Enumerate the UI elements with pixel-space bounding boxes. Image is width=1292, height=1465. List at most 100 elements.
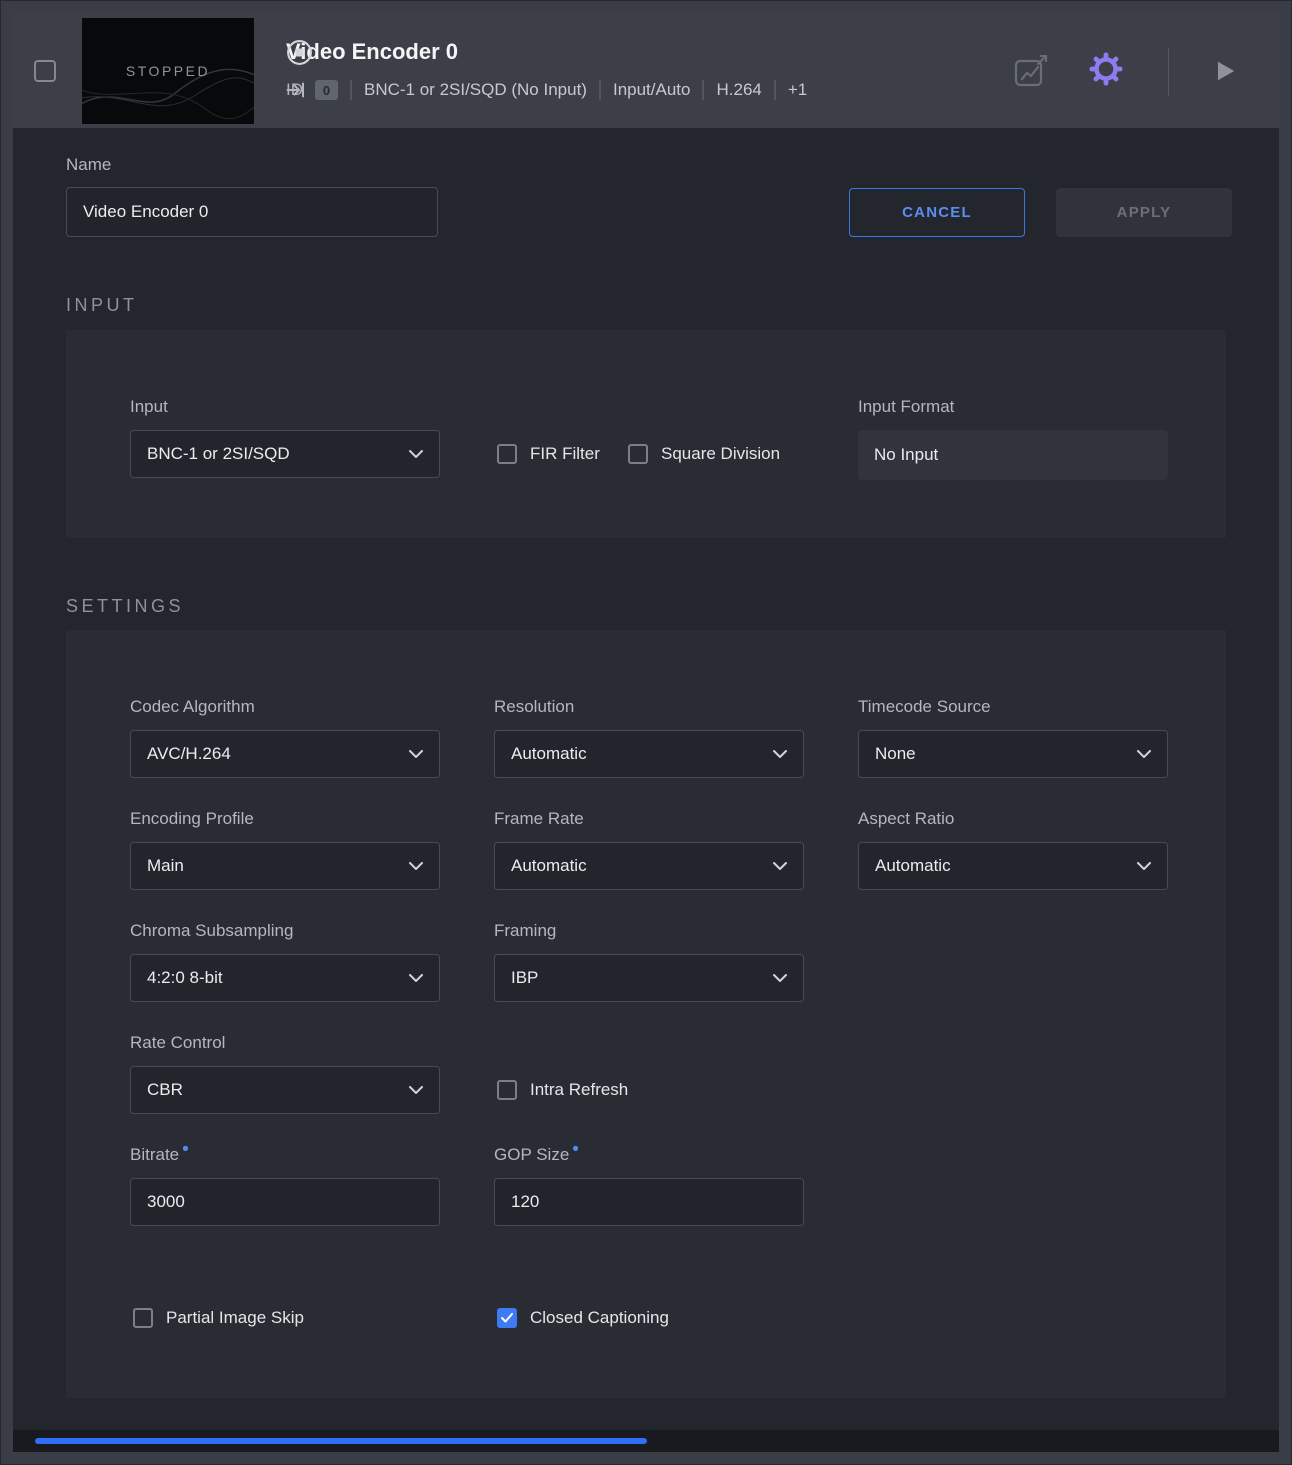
gear-icon[interactable] [1089,52,1123,86]
rate-control-select[interactable]: CBR [130,1066,440,1114]
horizontal-scrollbar-track[interactable] [13,1430,1279,1452]
gop-size-input[interactable] [494,1178,804,1226]
meta-input-mode: Input/Auto [613,80,691,100]
separator [774,80,776,100]
field-bitrate: Bitrate• [130,1146,440,1226]
closed-captioning-checkbox[interactable] [497,1308,517,1328]
square-division-label: Square Division [661,444,780,464]
meta-codec: H.264 [716,80,761,100]
bitrate-input[interactable] [130,1178,440,1226]
fir-filter-row: FIR Filter [497,444,600,464]
meta-source: BNC-1 or 2SI/SQD (No Input) [364,80,587,100]
square-division-row: Square Division [628,444,780,464]
partial-image-skip-label: Partial Image Skip [166,1308,304,1328]
required-dot: • [572,1139,579,1160]
chevron-down-icon [409,1086,423,1095]
gop-size-label-text: GOP Size [494,1145,569,1164]
chevron-down-icon [1137,750,1151,759]
chevron-down-icon [409,862,423,871]
closed-captioning-label: Closed Captioning [530,1308,669,1328]
field-framing: Framing IBP [494,922,804,1002]
cancel-button[interactable]: CANCEL [849,188,1025,237]
separator [702,80,704,100]
gop-size-label: GOP Size• [494,1146,804,1163]
input-arrow-icon [286,81,306,99]
closed-captioning-row: Closed Captioning [497,1308,669,1328]
horizontal-scrollbar-thumb[interactable] [35,1438,647,1444]
partial-image-skip-checkbox[interactable] [133,1308,153,1328]
input-section-heading: INPUT [66,295,138,316]
name-label: Name [66,155,111,175]
settings-section-heading: SETTINGS [66,596,184,617]
header-divider [1168,48,1169,96]
encoder-form: Name CANCEL APPLY INPUT Input BNC-1 or 2… [13,128,1279,1430]
partial-image-skip-row: Partial Image Skip [133,1308,304,1328]
input-format-label: Input Format [858,398,1168,415]
field-input-format: Input Format No Input [858,398,1168,480]
framing-select[interactable]: IBP [494,954,804,1002]
field-chroma-subsampling: Chroma Subsampling 4:2:0 8-bit [130,922,440,1002]
input-format-value: No Input [858,430,1168,480]
chevron-down-icon [409,974,423,983]
separator [599,80,601,100]
field-resolution: Resolution Automatic [494,698,804,778]
codec-algorithm-label: Codec Algorithm [130,698,440,715]
field-rate-control: Rate Control CBR [130,1034,440,1114]
encoder-header: STOPPED Video Encoder 0 ID 0 [13,13,1279,128]
required-dot: • [182,1139,189,1160]
resolution-select[interactable]: Automatic [494,730,804,778]
encoder-config-window: STOPPED Video Encoder 0 ID 0 [0,0,1292,1465]
field-encoding-profile: Encoding Profile Main [130,810,440,890]
chevron-down-icon [409,750,423,759]
aspect-ratio-label: Aspect Ratio [858,810,1168,827]
encoder-meta: ID 0 BNC-1 or 2SI/SQD (No Input) Input/A… [286,80,807,100]
status-label: STOPPED [126,63,210,79]
select-encoder-checkbox[interactable] [34,60,56,82]
field-timecode-source: Timecode Source None [858,698,1168,778]
input-select[interactable]: BNC-1 or 2SI/SQD [130,430,440,478]
fir-filter-checkbox[interactable] [497,444,517,464]
stop-icon [286,39,313,66]
square-division-checkbox[interactable] [628,444,648,464]
encoding-profile-label: Encoding Profile [130,810,440,827]
frame-rate-select[interactable]: Automatic [494,842,804,890]
meta-more-count: +1 [788,80,807,100]
bitrate-label: Bitrate• [130,1146,440,1163]
chevron-down-icon [773,974,787,983]
resolution-label: Resolution [494,698,804,715]
chart-icon[interactable] [1014,55,1048,87]
preview-thumbnail[interactable]: STOPPED [82,18,254,124]
timecode-source-label: Timecode Source [858,698,1168,715]
timecode-source-select[interactable]: None [858,730,1168,778]
chroma-subsampling-label: Chroma Subsampling [130,922,440,939]
chevron-down-icon [773,750,787,759]
chevron-down-icon [773,862,787,871]
framing-label: Framing [494,922,804,939]
id-badge: 0 [315,80,338,100]
frame-rate-label: Frame Rate [494,810,804,827]
separator [350,80,352,100]
input-panel: Input BNC-1 or 2SI/SQD FIR Filter [66,330,1226,538]
field-aspect-ratio: Aspect Ratio Automatic [858,810,1168,890]
name-input[interactable] [66,187,438,237]
aspect-ratio-select[interactable]: Automatic [858,842,1168,890]
intra-refresh-row: Intra Refresh [497,1080,628,1100]
input-label: Input [130,398,440,415]
bitrate-label-text: Bitrate [130,1145,179,1164]
intra-refresh-checkbox[interactable] [497,1080,517,1100]
rate-control-label: Rate Control [130,1034,440,1051]
field-input: Input BNC-1 or 2SI/SQD [130,398,440,478]
encoding-profile-select[interactable]: Main [130,842,440,890]
chroma-subsampling-select[interactable]: 4:2:0 8-bit [130,954,440,1002]
apply-button[interactable]: APPLY [1056,188,1232,237]
field-codec-algorithm: Codec Algorithm AVC/H.264 [130,698,440,778]
fir-filter-label: FIR Filter [530,444,600,464]
play-icon[interactable] [1212,57,1238,85]
field-frame-rate: Frame Rate Automatic [494,810,804,890]
settings-panel: Codec Algorithm AVC/H.264 Resolution Aut… [66,630,1226,1398]
chevron-down-icon [1137,862,1151,871]
field-gop-size: GOP Size• [494,1146,804,1226]
codec-algorithm-select[interactable]: AVC/H.264 [130,730,440,778]
chevron-down-icon [409,450,423,459]
title-block: Video Encoder 0 ID 0 BNC-1 or 2SI/SQD (N… [286,37,807,100]
